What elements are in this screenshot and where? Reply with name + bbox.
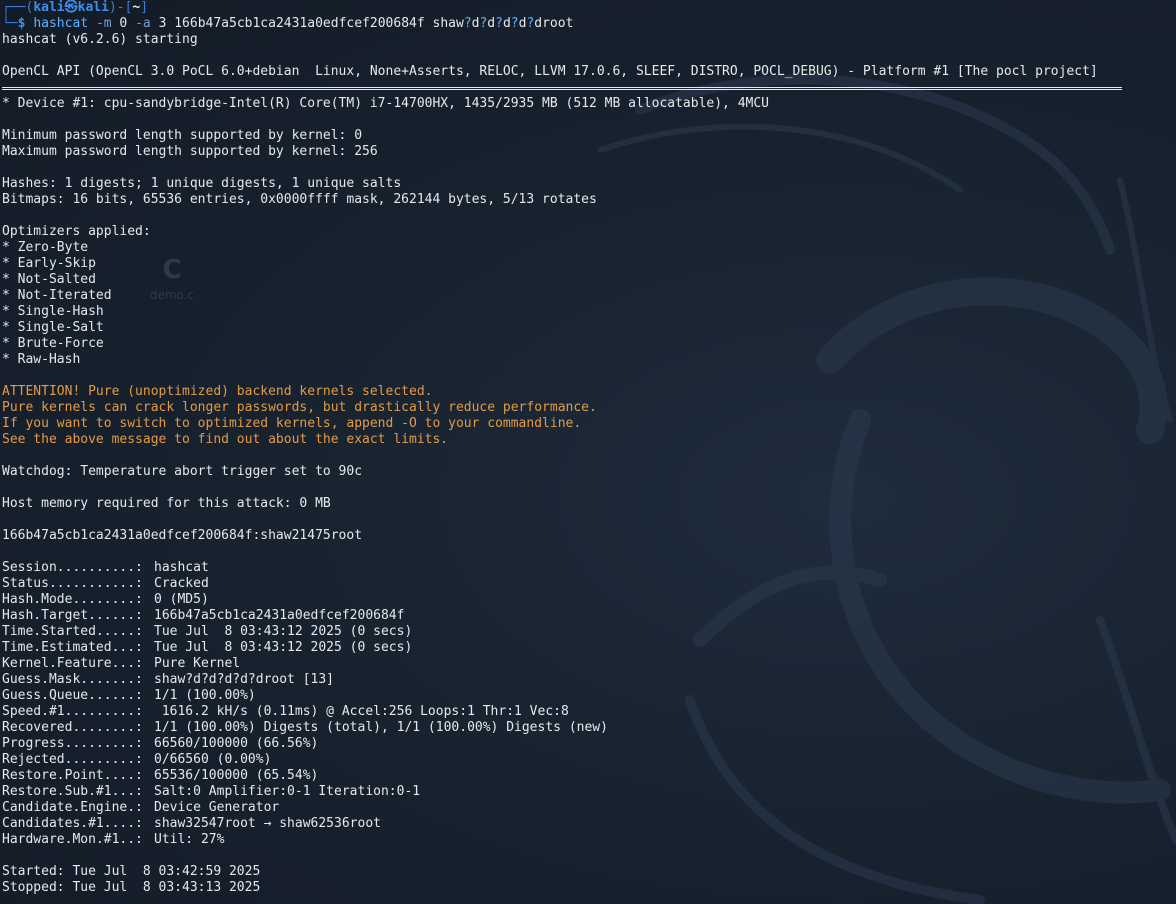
optimizer-item: * Not-Iterated — [2, 288, 112, 303]
optimizer-item: * Single-Salt — [2, 320, 104, 335]
status-row: Candidate.Engine.: Device Generator — [2, 800, 280, 815]
terminal-output: ┌──(kali㉿kali)-[~] └─$ hashcat -m 0 -a 3… — [2, 0, 1174, 896]
command-mask: shaw?d?d?d?d?droot — [432, 16, 574, 31]
started-line: Started: Tue Jul 8 03:42:59 2025 — [2, 864, 261, 879]
optimizer-item: * Single-Hash — [2, 304, 104, 319]
command-line[interactable]: └─$ hashcat -m 0 -a 3 166b47a5cb1ca2431a… — [2, 16, 1174, 32]
command-flag-mode: -m — [95, 16, 112, 31]
status-row: Guess.Queue......: 1/1 (100.00%) — [2, 688, 256, 703]
prompt-frame-mid: )-[ — [108, 0, 133, 15]
watchdog-line: Watchdog: Temperature abort trigger set … — [2, 464, 363, 479]
status-row: Kernel.Feature...: Pure Kernel — [2, 656, 241, 671]
status-row: Restore.Sub.#1...: Salt:0 Amplifier:0-1 I… — [2, 784, 421, 799]
command-hash: 166b47a5cb1ca2431a0edfcef200684f — [174, 16, 425, 31]
stopped-line: Stopped: Tue Jul 8 03:43:13 2025 — [2, 880, 261, 895]
status-row: Candidates.#1....: shaw32547root → shaw62… — [2, 816, 381, 831]
optimizer-item: * Raw-Hash — [2, 352, 81, 367]
status-row: Recovered........: 1/1 (100.00%) Digests … — [2, 720, 608, 735]
separator-rule — [2, 80, 1174, 96]
command-mode-value: 0 — [119, 16, 128, 31]
status-row: Speed.#1.........: 1616.2 kH/s (0.11ms) … — [2, 704, 569, 719]
attention-line: ATTENTION! Pure (unoptimized) backend ke… — [2, 384, 433, 399]
status-row: Progress.........: 66560/100000 (66.56%) — [2, 736, 319, 751]
cracked-result-line: 166b47a5cb1ca2431a0edfcef200684f:shaw214… — [2, 528, 363, 543]
hashes-line: Hashes: 1 digests; 1 unique digests, 1 u… — [2, 176, 402, 191]
device-line: * Device #1: cpu-sandybridge-Intel(R) Co… — [2, 96, 770, 111]
command-flag-attack: -a — [135, 16, 151, 31]
command-executable: hashcat — [33, 16, 89, 31]
attention-line: Pure kernels can crack longer passwords,… — [2, 400, 597, 415]
prompt-frame-bottom: └─ — [2, 16, 18, 31]
kernel-max-line: Maximum password length supported by ker… — [2, 144, 378, 159]
status-row: Time.Estimated...: Tue Jul 8 03:43:12 202… — [2, 640, 413, 655]
status-row: Hardware.Mon.#1..: Util: 27% — [2, 832, 225, 847]
opencl-platform-line: OpenCL API (OpenCL 3.0 PoCL 6.0+debian L… — [2, 64, 1098, 79]
status-block: Session..........: hashcat Status........… — [2, 560, 1174, 848]
prompt-dollar: $ — [17, 16, 26, 31]
status-row: Hash.Mode........: 0 (MD5) — [2, 592, 209, 607]
prompt-frame-top: ┌──( — [2, 0, 34, 15]
startup-line: hashcat (v6.2.6) starting — [2, 32, 198, 47]
terminal-window[interactable]: C demo.c ┌──(kali㉿kali)-[~] └─$ hashcat … — [0, 0, 1176, 904]
optimizer-item: * Not-Salted — [2, 272, 96, 287]
host-memory-line: Host memory required for this attack: 0 … — [2, 496, 331, 511]
kernel-min-line: Minimum password length supported by ker… — [2, 128, 363, 143]
status-row: Session..........: hashcat — [2, 560, 209, 575]
command-attack-value: 3 — [158, 16, 167, 31]
status-row: Restore.Point....: 65536/100000 (65.54%) — [2, 768, 319, 783]
status-row: Guess.Mask.......: shaw?d?d?d?d?droot [13… — [2, 672, 335, 687]
status-row: Time.Started.....: Tue Jul 8 03:43:12 202… — [2, 624, 413, 639]
optimizer-item: * Early-Skip — [2, 256, 96, 271]
attention-line: See the above message to find out about … — [2, 432, 449, 447]
optimizer-item: * Zero-Byte — [2, 240, 89, 255]
prompt-frame-end: ] — [140, 0, 149, 15]
prompt-user-host: kali㉿kali — [33, 0, 109, 15]
prompt-line-top: ┌──(kali㉿kali)-[~] — [2, 0, 1174, 16]
status-row: Hash.Target......: 166b47a5cb1ca2431a0edf… — [2, 608, 405, 623]
status-row: Status...........: Cracked — [2, 576, 209, 591]
optimizers-header: Optimizers applied: — [2, 224, 151, 239]
status-row: Rejected.........: 0/66560 (0.00%) — [2, 752, 272, 767]
optimizer-item: * Brute-Force — [2, 336, 104, 351]
attention-line: If you want to switch to optimized kerne… — [2, 416, 582, 431]
bitmaps-line: Bitmaps: 16 bits, 65536 entries, 0x0000f… — [2, 192, 597, 207]
